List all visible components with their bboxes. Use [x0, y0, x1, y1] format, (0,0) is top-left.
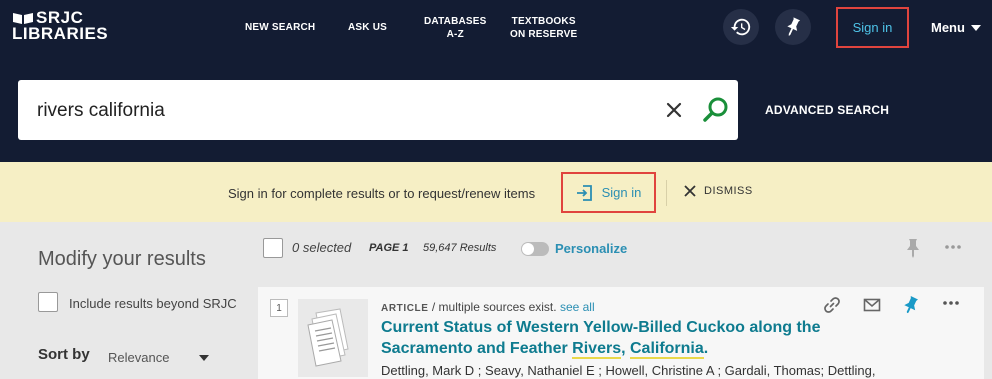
- notice-sign-in-button[interactable]: Sign in: [561, 172, 656, 213]
- article-thumbnail-icon: [298, 299, 368, 377]
- top-navigation-bar: SRJC LIBRARIES NEW SEARCH ASK US DATABAS…: [0, 0, 992, 56]
- menu-button[interactable]: Menu: [931, 20, 981, 35]
- dismiss-label: DISMISS: [704, 185, 753, 197]
- result-type: ARTICLE / multiple sources exist. see al…: [381, 300, 595, 314]
- chevron-down-icon: [199, 354, 210, 361]
- results-count: 59,647 Results: [423, 242, 497, 254]
- pinned-items-button[interactable]: [775, 9, 811, 45]
- result-title-separator: ,: [621, 340, 630, 357]
- personalize-toggle[interactable]: [521, 242, 549, 256]
- nav-ask-us[interactable]: ASK US: [348, 21, 387, 34]
- pin-icon[interactable]: [906, 238, 920, 258]
- search-input[interactable]: rivers california: [18, 80, 738, 140]
- header-sign-in-link[interactable]: Sign in: [836, 7, 909, 48]
- nav-databases-line2: A-Z: [446, 29, 464, 40]
- search-query-text[interactable]: rivers california: [37, 100, 165, 122]
- search-history-button[interactable]: [723, 9, 759, 45]
- notice-sign-in-label: Sign in: [601, 185, 642, 200]
- result-title-link[interactable]: Current Status of Western Yellow-Billed …: [381, 317, 841, 359]
- email-icon[interactable]: [863, 296, 881, 314]
- search-icon[interactable]: [702, 96, 730, 124]
- sign-in-icon: [576, 184, 592, 201]
- page-number: PAGE 1: [369, 242, 409, 254]
- pin-icon[interactable]: [903, 296, 919, 314]
- include-beyond-checkbox[interactable]: [38, 292, 58, 312]
- result-title-highlight: Rivers: [572, 340, 622, 359]
- selected-count: 0 selected: [292, 240, 352, 255]
- nav-new-search[interactable]: NEW SEARCH: [245, 21, 315, 34]
- sort-by-label: Sort by: [38, 346, 90, 363]
- result-authors: Dettling, Mark D ; Seavy, Nathaniel E ; …: [381, 363, 876, 378]
- link-icon[interactable]: [823, 296, 841, 314]
- result-title-highlight: California: [629, 340, 704, 359]
- result-source-note: / multiple sources exist.: [431, 300, 557, 314]
- close-icon: [684, 185, 696, 197]
- dismiss-button[interactable]: DISMISS: [683, 184, 753, 198]
- result-number: 1: [270, 299, 288, 317]
- logo-line-2: LIBRARIES: [12, 24, 109, 43]
- srjc-libraries-logo[interactable]: SRJC LIBRARIES: [12, 9, 109, 43]
- personalize-label[interactable]: Personalize: [555, 241, 627, 256]
- notice-divider: [666, 180, 667, 206]
- more-options-icon[interactable]: [942, 298, 960, 308]
- sign-in-notice-bar: Sign in for complete results or to reque…: [0, 162, 992, 222]
- notice-message: Sign in for complete results or to reque…: [228, 186, 536, 201]
- search-area: rivers california ADVANCED SEARCH: [0, 56, 992, 162]
- nav-textbooks-line1: TEXTBOOKS: [511, 16, 576, 27]
- include-beyond-label[interactable]: Include results beyond SRJC: [69, 296, 237, 311]
- nav-databases-az[interactable]: DATABASES A-Z: [424, 15, 487, 41]
- select-all-checkbox[interactable]: [263, 238, 283, 258]
- sort-by-select[interactable]: Relevance: [108, 350, 210, 365]
- nav-textbooks-line2: ON RESERVE: [510, 29, 578, 40]
- nav-databases-line1: DATABASES: [424, 16, 487, 27]
- history-icon: [730, 18, 751, 36]
- more-options-icon[interactable]: [944, 240, 962, 254]
- nav-textbooks-on-reserve[interactable]: TEXTBOOKS ON RESERVE: [510, 15, 577, 41]
- modify-results-heading: Modify your results: [38, 248, 206, 270]
- see-all-link[interactable]: see all: [560, 300, 595, 314]
- result-item[interactable]: 1 ARTICLE / multiple sources exist. see …: [258, 287, 984, 379]
- book-logo-icon: [13, 13, 33, 24]
- clear-icon[interactable]: [663, 99, 685, 121]
- chevron-down-icon: [970, 24, 981, 31]
- pin-icon: [787, 17, 801, 36]
- result-type-label: ARTICLE: [381, 303, 429, 314]
- advanced-search-link[interactable]: ADVANCED SEARCH: [765, 103, 889, 117]
- toggle-knob: [522, 243, 534, 255]
- sort-by-value: Relevance: [108, 350, 170, 365]
- menu-label: Menu: [931, 20, 965, 35]
- result-title-end: .: [703, 340, 709, 357]
